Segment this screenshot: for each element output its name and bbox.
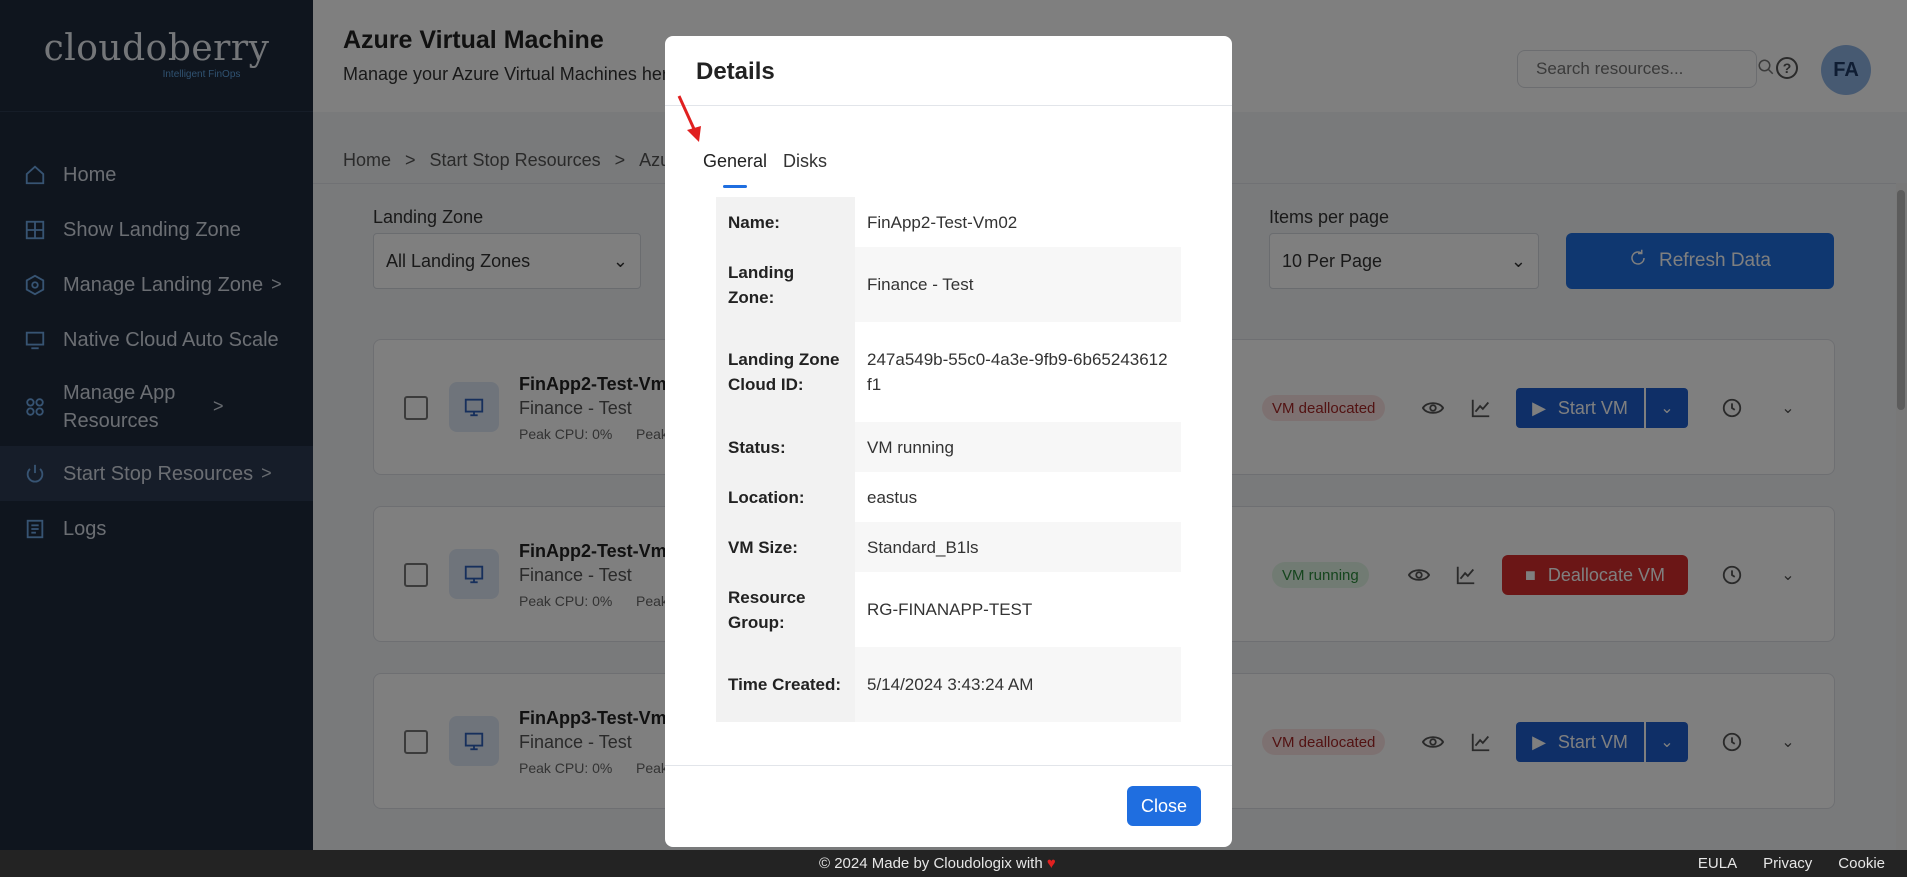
detail-value: 5/14/2024 3:43:24 AM xyxy=(855,647,1181,722)
detail-value: VM running xyxy=(855,422,1181,472)
tab-general[interactable]: General xyxy=(703,151,767,188)
page-footer: © 2024 Made by Cloudologix with ♥ EULA P… xyxy=(0,850,1907,877)
detail-key: VM Size: xyxy=(716,522,855,572)
detail-value: Finance - Test xyxy=(855,247,1181,322)
annotation-arrow-icon xyxy=(677,95,701,142)
detail-value: eastus xyxy=(867,487,918,507)
detail-row: Status: VM running xyxy=(716,422,1181,472)
detail-key: Name: xyxy=(716,197,855,247)
detail-key: Landing Zone Cloud ID: xyxy=(716,322,855,422)
detail-row: Location: eastus xyxy=(716,472,1181,522)
footer-link-privacy[interactable]: Privacy xyxy=(1763,855,1812,872)
footer-links: EULA Privacy Cookie xyxy=(1698,855,1885,872)
footer-link-cookie[interactable]: Cookie xyxy=(1838,855,1885,872)
detail-value: 247a549b-55c0-4a3e-9fb9-6b65243612f1 xyxy=(867,350,1168,394)
modal-footer-divider xyxy=(665,765,1232,766)
footer-link-eula[interactable]: EULA xyxy=(1698,855,1737,872)
detail-value: FinApp2-Test-Vm02 xyxy=(867,212,1018,232)
footer-copyright: © 2024 Made by Cloudologix with ♥ xyxy=(819,855,1056,872)
detail-row: VM Size: Standard_B1ls xyxy=(716,522,1181,572)
detail-row: Landing Zone Cloud ID: 247a549b-55c0-4a3… xyxy=(716,322,1181,422)
modal-tabs: General Disks xyxy=(703,151,827,188)
close-button[interactable]: Close xyxy=(1127,786,1201,826)
detail-key: Time Created: xyxy=(716,647,855,722)
tab-disks[interactable]: Disks xyxy=(783,151,827,172)
detail-value: Standard_B1ls xyxy=(855,522,1181,572)
detail-row: Landing Zone: Finance - Test xyxy=(716,247,1181,322)
heart-icon: ♥ xyxy=(1046,855,1056,872)
detail-key: Resource Group: xyxy=(716,572,855,647)
detail-row: Name: FinApp2-Test-Vm02 xyxy=(716,197,1181,247)
detail-key: Landing Zone: xyxy=(716,247,855,322)
detail-value: RG-FINANAPP-TEST xyxy=(867,600,1033,619)
detail-key: Location: xyxy=(716,472,855,522)
footer-copyright-text: © 2024 Made by Cloudologix with xyxy=(819,855,1043,872)
detail-row: Time Created: 5/14/2024 3:43:24 AM xyxy=(716,647,1181,722)
detail-row: Resource Group: RG-FINANAPP-TEST xyxy=(716,572,1181,647)
details-table: Name: FinApp2-Test-Vm02 Landing Zone: Fi… xyxy=(716,197,1181,722)
details-modal: Details General Disks Name: FinApp2-Test… xyxy=(665,36,1232,847)
detail-key: Status: xyxy=(716,422,855,472)
modal-title: Details xyxy=(665,36,1232,106)
